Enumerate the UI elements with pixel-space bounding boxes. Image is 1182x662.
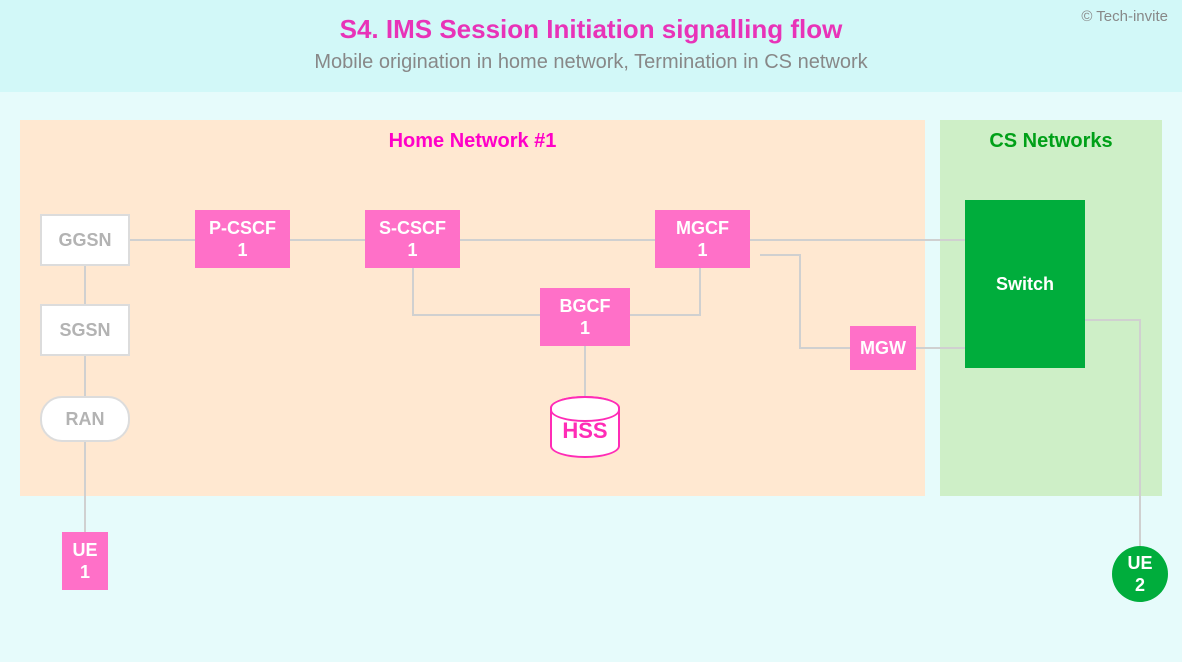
node-ue1: UE 1 [62,532,108,590]
header-banner: S4. IMS Session Initiation signalling fl… [0,0,1182,92]
node-ue2: UE 2 [1112,546,1168,602]
node-mgcf: MGCF 1 [655,210,750,268]
node-ggsn: GGSN [40,214,130,266]
node-ran: RAN [40,396,130,442]
hss-label: HSS [562,418,607,444]
copyright-text: © Tech-invite [1081,8,1168,25]
page-title: S4. IMS Session Initiation signalling fl… [0,14,1182,45]
region-home-network: Home Network #1 [20,120,925,496]
node-scscf: S-CSCF 1 [365,210,460,268]
region-cs-label: CS Networks [940,130,1162,153]
node-sgsn: SGSN [40,304,130,356]
node-mgw: MGW [850,326,916,370]
node-bgcf: BGCF 1 [540,288,630,346]
page-subtitle: Mobile origination in home network, Term… [0,51,1182,74]
node-hss: HSS [550,396,620,458]
diagram-canvas: Home Network #1 CS Networks GGSN SGSN RA… [0,100,1182,662]
region-home-label: Home Network #1 [20,130,925,153]
node-pcscf: P-CSCF 1 [195,210,290,268]
database-icon: HSS [550,396,620,458]
node-switch: Switch [965,200,1085,368]
